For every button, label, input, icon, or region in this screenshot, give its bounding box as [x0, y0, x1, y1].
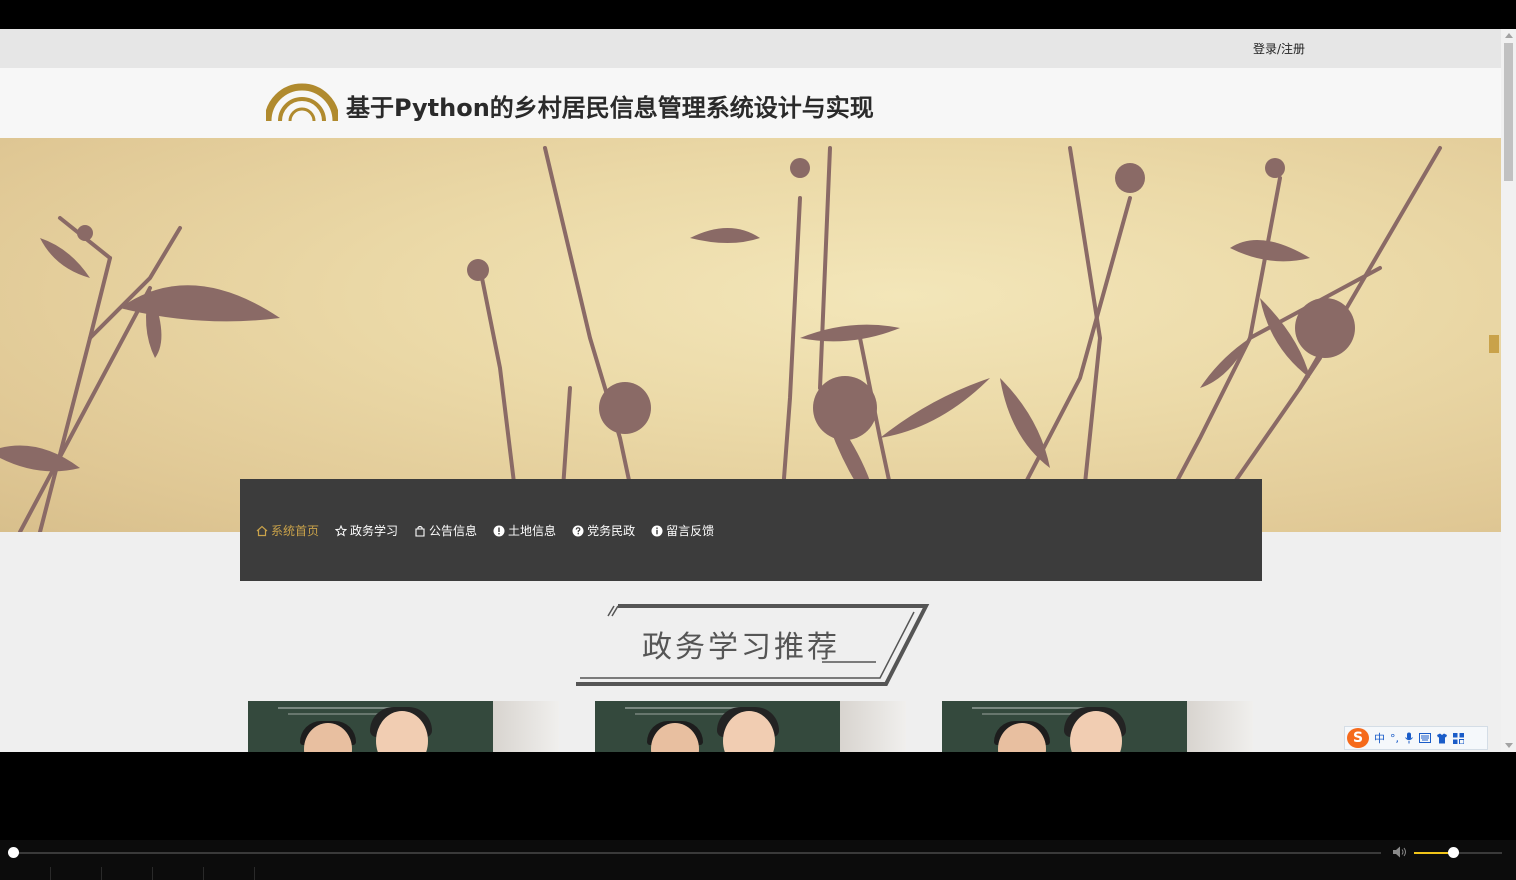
side-float-button[interactable] [1489, 335, 1499, 353]
card-image-background [1187, 701, 1253, 752]
recommend-card[interactable] [595, 701, 906, 752]
scroll-thumb[interactable] [1504, 43, 1513, 181]
card-image-background [840, 701, 906, 752]
volume-icon[interactable] [1392, 845, 1408, 859]
nav-item-party-affairs[interactable]: 党务民政 [572, 522, 635, 539]
chalk-line [278, 707, 398, 709]
top-bar: 登录/注册 [0, 29, 1501, 68]
question-circle-icon [572, 525, 584, 536]
recommend-card[interactable] [942, 701, 1253, 752]
flower-silhouette-image [0, 146, 1442, 532]
section-title: 政务学习推荐 [642, 630, 840, 665]
browser-viewport: 登录/注册 基于Python的乡村居民信息管理系统设计与实现 系统首页 政务学习… [0, 29, 1516, 752]
main-nav: 系统首页 政务学习 公告信息 土地信息 党务民政 留言反馈 [240, 479, 1262, 581]
scroll-down-arrow-icon[interactable] [1505, 743, 1513, 748]
recommend-card[interactable] [248, 701, 559, 752]
volume-handle[interactable] [1448, 847, 1459, 858]
section-heading: 政务学习推荐 [574, 604, 930, 688]
nav-item-announcements[interactable]: 公告信息 [414, 522, 477, 539]
vertical-scrollbar[interactable] [1501, 29, 1516, 752]
nav-item-feedback[interactable]: 留言反馈 [651, 522, 714, 539]
ime-toolbar[interactable]: S 中 °, [1344, 726, 1488, 750]
nav-item-label: 系统首页 [271, 524, 320, 538]
sogou-logo-icon[interactable]: S [1347, 728, 1369, 748]
hero-banner [0, 138, 1501, 532]
nav-item-political-study[interactable]: 政务学习 [335, 522, 398, 539]
nav-item-label: 党务民政 [587, 524, 636, 538]
scroll-up-arrow-icon[interactable] [1505, 33, 1513, 38]
nav-item-label: 土地信息 [508, 524, 557, 538]
seek-handle[interactable] [8, 847, 19, 858]
chalk-line [635, 713, 725, 715]
chalk-line [972, 707, 1092, 709]
player-controls [0, 867, 1516, 880]
player-button[interactable] [153, 867, 204, 880]
site-header: 基于Python的乡村居民信息管理系统设计与实现 [0, 68, 1501, 139]
site-title: 基于Python的乡村居民信息管理系统设计与实现 [346, 94, 874, 122]
player-button[interactable] [51, 867, 102, 880]
home-icon [256, 525, 268, 536]
mic-icon[interactable] [1404, 732, 1414, 744]
grid-icon[interactable] [1453, 732, 1464, 744]
media-player-bar [0, 840, 1516, 880]
ime-chinese-mode[interactable]: 中 [1374, 730, 1385, 746]
chalk-line [625, 707, 745, 709]
keyboard-icon[interactable] [1419, 733, 1431, 743]
nav-item-label: 政务学习 [350, 524, 399, 538]
nav-item-land-info[interactable]: 土地信息 [493, 522, 556, 539]
chalk-line [982, 713, 1072, 715]
player-button[interactable] [204, 867, 255, 880]
player-button[interactable] [102, 867, 153, 880]
nav-item-label: 公告信息 [429, 524, 478, 538]
star-icon [335, 524, 348, 537]
card-image-background [493, 701, 559, 752]
ime-punctuation[interactable]: °, [1390, 732, 1399, 745]
info-circle-icon [651, 525, 663, 536]
bag-icon [415, 525, 425, 537]
nav-item-home[interactable]: 系统首页 [256, 522, 319, 539]
logo-icon [266, 83, 338, 122]
login-register-link[interactable]: 登录/注册 [1253, 40, 1305, 57]
seek-bar[interactable] [13, 852, 1381, 854]
shirt-icon[interactable] [1436, 733, 1448, 744]
player-button[interactable] [0, 867, 51, 880]
info-circle-icon [493, 525, 505, 536]
nav-item-label: 留言反馈 [666, 524, 715, 538]
chalk-line [288, 713, 378, 715]
